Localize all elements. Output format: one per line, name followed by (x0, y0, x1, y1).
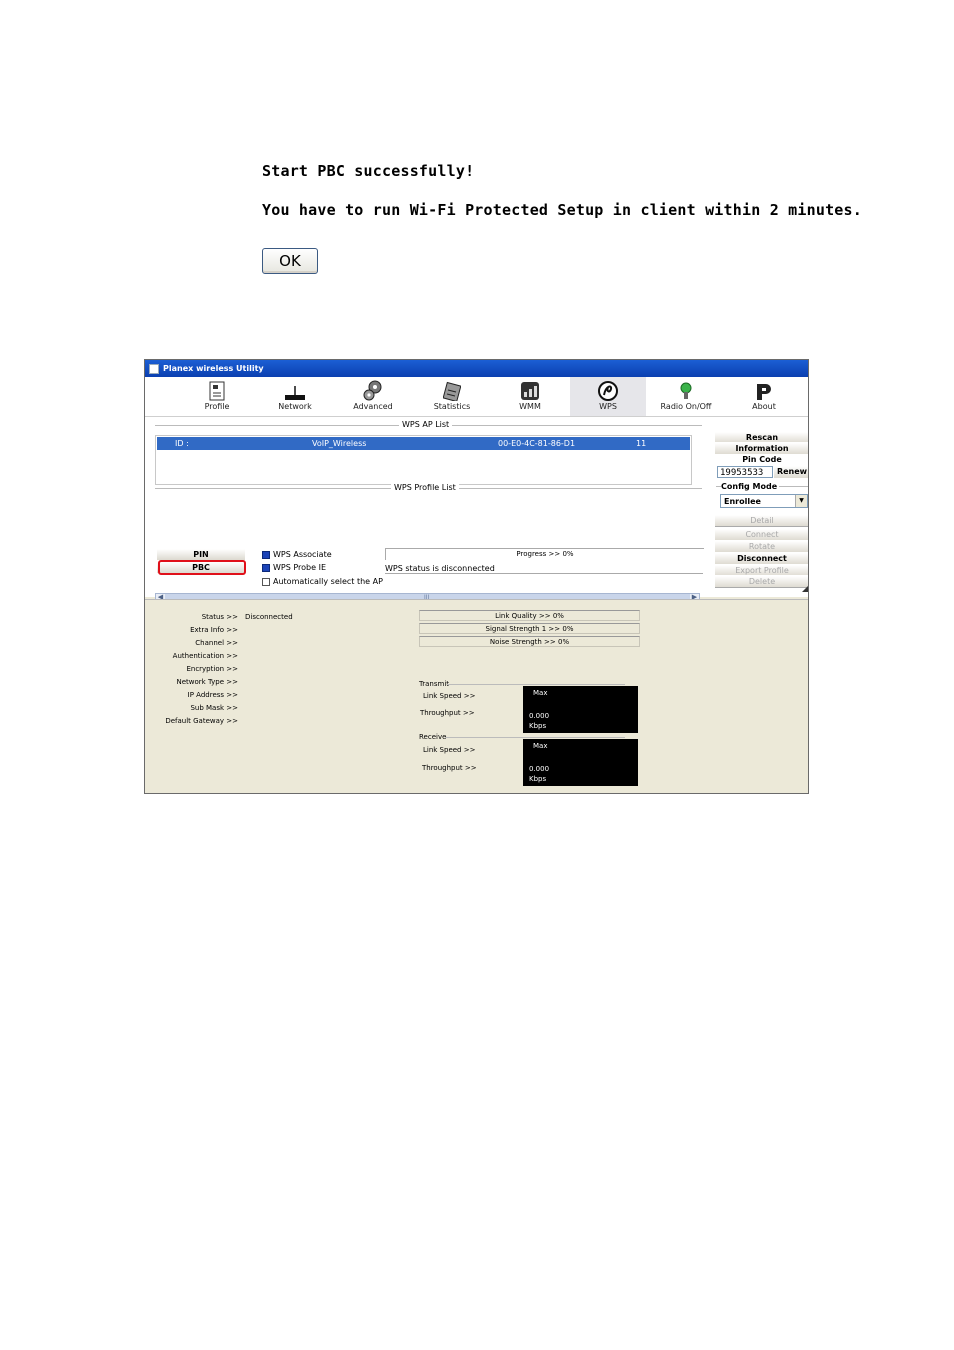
wps-ap-list-title: WPS AP List (399, 420, 453, 429)
ap-channel: 11 (636, 439, 647, 448)
tab-statistics[interactable]: Statistics (414, 377, 490, 416)
renew-button[interactable]: Renew (774, 466, 808, 478)
divider (447, 684, 625, 685)
transmit-graph: Max 0.000 Kbps (523, 686, 638, 733)
graph-value: 0.000 (529, 765, 550, 773)
wps-profile-list-title: WPS Profile List (391, 483, 459, 492)
network-type-label: Network Type >> (176, 678, 239, 686)
channel-label: Channel >> (195, 639, 238, 647)
radio-icon (680, 382, 692, 399)
checkbox-checked-icon[interactable] (262, 550, 270, 559)
status-area: Status >> Disconnected Extra Info >> Cha… (145, 599, 808, 793)
checkbox-checked-icon[interactable] (262, 563, 270, 572)
divider (445, 737, 625, 738)
wps-associate-label: WPS Associate (273, 550, 332, 559)
wmm-icon (521, 382, 539, 400)
ap-bssid: 00-E0-4C-81-86-D1 (498, 439, 576, 448)
transmit-title: Transmit (419, 680, 450, 688)
status-value: Disconnected (245, 613, 293, 621)
tab-label: Profile (204, 402, 230, 411)
default-gateway-label: Default Gateway >> (165, 717, 238, 725)
statistics-icon (443, 381, 461, 401)
window-title: Planex wireless Utility (163, 364, 264, 373)
pin-button[interactable]: PIN (157, 549, 245, 560)
title-bar: Planex wireless Utility (145, 360, 808, 377)
wps-associate-checkbox[interactable]: WPS Associate (262, 550, 332, 559)
pin-code-label: Pin Code (715, 454, 808, 465)
tab-about[interactable]: About (726, 377, 802, 416)
network-icon (285, 386, 305, 400)
profile-icon (209, 381, 225, 401)
checkbox-unchecked-icon[interactable] (262, 577, 270, 586)
detail-button[interactable]: Detail (715, 514, 808, 527)
chevron-down-icon[interactable]: ▼ (795, 495, 807, 507)
utility-window: Planex wireless Utility Profile Network … (144, 359, 809, 794)
ap-id-label: ID : (175, 439, 189, 448)
wps-profile-list[interactable] (155, 495, 705, 592)
wps-status-text: WPS status is disconnected (385, 564, 703, 574)
dialog-message-body: You have to run Wi-Fi Protected Setup in… (262, 201, 862, 219)
encryption-label: Encryption >> (186, 665, 238, 673)
advanced-icon (363, 380, 382, 401)
pin-code-field[interactable]: 19953533 (717, 466, 773, 478)
graph-value: 0.000 (529, 712, 550, 720)
tab-advanced[interactable]: Advanced (335, 377, 411, 416)
tab-network[interactable]: Network (257, 377, 333, 416)
toolbar: Profile Network Advanced Statistics WMM … (145, 377, 808, 417)
ap-ssid: VoIP_Wireless (312, 439, 367, 448)
signal-strength-meter: Signal Strength 1 >> 0% (419, 623, 640, 634)
wps-progress: Progress >> 0% (385, 548, 704, 560)
config-mode-value: Enrollee (724, 497, 761, 506)
delete-button[interactable]: Delete (715, 575, 808, 588)
tab-profile[interactable]: Profile (179, 377, 255, 416)
wps-panel: WPS AP List ID : VoIP_Wireless 00-E0-4C-… (145, 417, 808, 602)
transmit-throughput-label: Throughput >> (420, 709, 475, 717)
tab-label: Statistics (433, 402, 471, 411)
graph-unit: Kbps (529, 722, 547, 730)
wps-icon (598, 381, 618, 401)
link-quality-meter: Link Quality >> 0% (419, 610, 640, 621)
tab-label: WMM (519, 402, 541, 411)
ap-list-row[interactable]: ID : VoIP_Wireless 00-E0-4C-81-86-D1 11 (157, 437, 690, 450)
tab-radio-on-off[interactable]: Radio On/Off (648, 377, 724, 416)
ip-address-label: IP Address >> (187, 691, 238, 699)
receive-link-speed-label: Link Speed >> (423, 746, 476, 754)
about-icon (757, 384, 771, 400)
wps-probe-ie-label: WPS Probe IE (273, 563, 327, 572)
tab-label: Network (278, 402, 312, 411)
config-mode-select[interactable]: Enrollee ▼ (720, 494, 808, 508)
receive-title: Receive (419, 733, 447, 741)
ok-button[interactable]: OK (262, 248, 318, 274)
dialog-message-title: Start PBC successfully! (262, 162, 475, 180)
graph-max-label: Max (533, 689, 548, 697)
auto-select-ap-label: Automatically select the AP (273, 577, 383, 586)
authentication-label: Authentication >> (172, 652, 238, 660)
tab-wps[interactable]: WPS (570, 377, 646, 416)
app-icon (149, 363, 159, 374)
noise-strength-meter: Noise Strength >> 0% (419, 636, 640, 647)
receive-throughput-label: Throughput >> (422, 764, 477, 772)
config-mode-label: Config Mode (721, 482, 780, 491)
tab-label: Advanced (353, 402, 393, 411)
graph-unit: Kbps (529, 775, 547, 783)
tab-label: About (752, 402, 776, 411)
tab-wmm[interactable]: WMM (492, 377, 568, 416)
graph-max-label: Max (533, 742, 548, 750)
sub-mask-label: Sub Mask >> (190, 704, 238, 712)
wps-probe-ie-checkbox[interactable]: WPS Probe IE (262, 563, 326, 572)
tab-label: Radio On/Off (660, 402, 712, 411)
wps-ap-list[interactable]: ID : VoIP_Wireless 00-E0-4C-81-86-D1 11 (155, 435, 692, 485)
status-label: Status >> (201, 613, 238, 621)
auto-select-ap-checkbox[interactable]: Automatically select the AP (262, 577, 383, 586)
receive-graph: Max 0.000 Kbps (523, 739, 638, 786)
resize-grip-icon[interactable] (802, 586, 808, 592)
extra-info-label: Extra Info >> (190, 626, 238, 634)
transmit-link-speed-label: Link Speed >> (423, 692, 476, 700)
pbc-highlight (158, 560, 246, 575)
tab-label: WPS (599, 402, 617, 411)
